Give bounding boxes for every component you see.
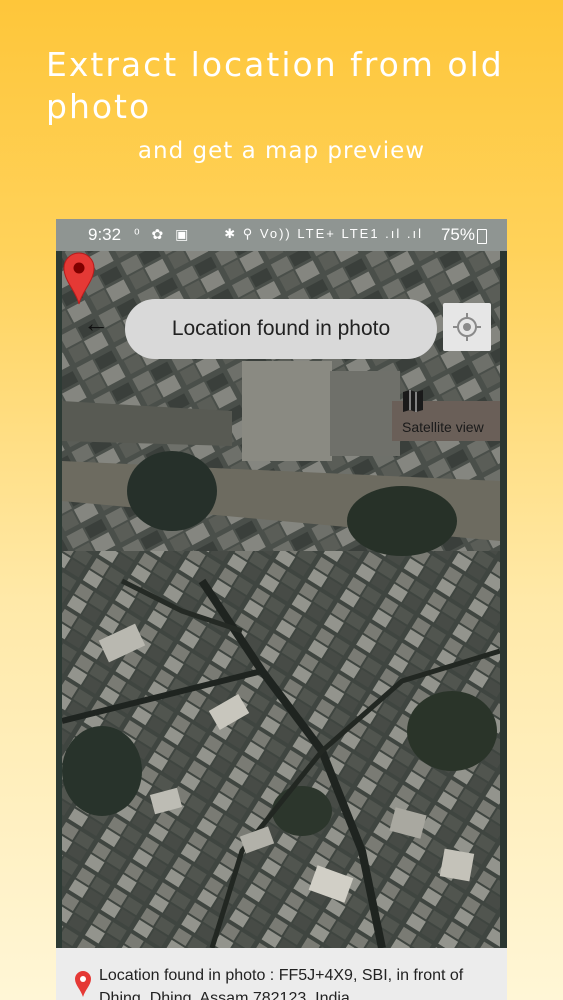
promo-subline: and get a map preview xyxy=(137,138,426,164)
address-panel: Location found in photo : FF5J+4X9, SBI,… xyxy=(56,948,507,1000)
back-arrow-icon: ← xyxy=(83,308,109,338)
notification-icons: ⁰ ✿ ▣ xyxy=(134,226,193,242)
status-time: 9:32 xyxy=(88,225,122,244)
map-icon xyxy=(403,390,423,412)
promo-headline: Extract location from old photo xyxy=(46,45,504,126)
satellite-view-toggle[interactable]: Satellite view xyxy=(402,389,500,441)
battery-icon xyxy=(477,229,487,244)
back-button[interactable]: ← xyxy=(80,307,112,339)
signal-icons: ✱ ⚲ Vo)) LTE+ LTE1 .ıl .ıl xyxy=(224,226,423,241)
gps-target-icon xyxy=(453,313,481,341)
address-text: Location found in photo : FF5J+4X9, SBI,… xyxy=(99,967,464,1000)
map-edge-right xyxy=(500,251,507,948)
phone-screen: 9:32 ⁰ ✿ ▣ ✱ ⚲ Vo)) LTE+ LTE1 .ıl .ıl 75… xyxy=(56,219,507,1000)
location-found-chip: Location found in photo xyxy=(125,299,437,359)
satellite-map[interactable]: ← Location found in photo Satellite view xyxy=(62,251,500,948)
status-bar: 9:32 ⁰ ✿ ▣ ✱ ⚲ Vo)) LTE+ LTE1 .ıl .ıl 75… xyxy=(56,219,507,251)
satellite-view-label: Satellite view xyxy=(402,419,484,435)
my-location-button[interactable] xyxy=(443,303,491,351)
map-pin-icon[interactable] xyxy=(62,251,96,305)
battery-level: 75% xyxy=(440,225,475,244)
location-pin-icon xyxy=(75,971,91,997)
